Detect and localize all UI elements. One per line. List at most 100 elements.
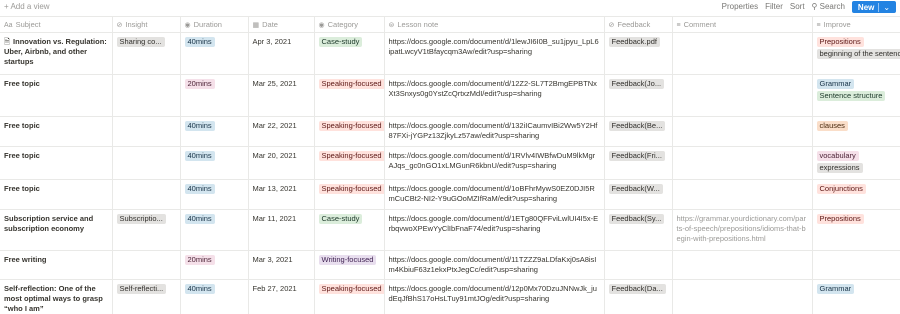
improve-cell[interactable]: Grammar Sentence structure (812, 74, 900, 117)
insight-cell[interactable] (112, 250, 181, 280)
table-row[interactable]: Free writing 20mins Mar 3, 2021 Writing-foc… (0, 250, 900, 280)
insight-chip[interactable]: Sharing co... (116, 37, 165, 47)
insight-cell[interactable] (112, 116, 181, 147)
insight-chip[interactable]: Subscriptio... (116, 214, 166, 224)
subject-cell[interactable]: 🗎 Innovation vs. Regulation: Uber, Airbnb… (0, 32, 113, 75)
improve-cell[interactable]: vocabulary expressions (812, 146, 900, 180)
lesson-note-link[interactable]: https://docs.google.com/document/d/12Z2-… (389, 79, 597, 98)
feedback-cell[interactable]: Feedback(Fri... (604, 146, 673, 180)
category-cell[interactable]: Speaking-focused (314, 116, 385, 147)
table-row[interactable]: 🗎 Innovation vs. Regulation: Uber, Airbnb… (0, 32, 900, 75)
feedback-cell[interactable]: Feedback(Da... (604, 279, 673, 314)
feedback-file-chip[interactable]: Feedback(Da... (608, 284, 666, 294)
column-header-subject[interactable]: Aa Subject (0, 16, 113, 33)
lesson-note-cell[interactable]: https://docs.google.com/document/d/12p0M… (384, 279, 605, 314)
comment-cell[interactable] (672, 146, 813, 180)
improve-cell[interactable] (812, 250, 900, 280)
comment-cell[interactable] (672, 279, 813, 314)
improve-cell[interactable]: Prepositions (812, 209, 900, 251)
comment-cell[interactable] (672, 179, 813, 210)
subject-cell[interactable]: Free writing (0, 250, 113, 280)
subject-cell[interactable]: Free topic (0, 116, 113, 147)
column-header-insight[interactable]: ⊘ Insight (112, 16, 181, 33)
add-view-button[interactable]: + Add a view (4, 2, 50, 11)
duration-cell[interactable]: 20mins (180, 74, 249, 117)
insight-cell[interactable] (112, 146, 181, 180)
lesson-note-cell[interactable]: https://docs.google.com/document/d/1RVlv… (384, 146, 605, 180)
subject-cell[interactable]: Subscription service and subscription ec… (0, 209, 113, 251)
feedback-file-chip[interactable]: Feedback(Sy... (608, 214, 665, 224)
improve-cell[interactable]: clauses (812, 116, 900, 147)
feedback-cell[interactable]: Feedback(W... (604, 179, 673, 210)
feedback-cell[interactable]: Feedback(Jo... (604, 74, 673, 117)
table-row[interactable]: Self-reflection: One of the most optimal… (0, 279, 900, 314)
date-cell[interactable]: Mar 22, 2021 (248, 116, 315, 147)
column-header-lesson-note[interactable]: ⊜ Lesson note (384, 16, 605, 33)
date-cell[interactable]: Feb 27, 2021 (248, 279, 315, 314)
filter-button[interactable]: Filter (765, 2, 783, 11)
column-header-feedback[interactable]: ⊘ Feedback (604, 16, 673, 33)
chevron-down-icon[interactable]: ⌄ (878, 2, 890, 12)
duration-cell[interactable]: 40mins (180, 116, 249, 147)
category-cell[interactable]: Writing-focused (314, 250, 385, 280)
duration-cell[interactable]: 40mins (180, 32, 249, 75)
comment-cell[interactable] (672, 74, 813, 117)
duration-cell[interactable]: 20mins (180, 250, 249, 280)
lesson-note-cell[interactable]: https://docs.google.com/document/d/1lewJ… (384, 32, 605, 75)
category-cell[interactable]: Case-study (314, 209, 385, 251)
duration-cell[interactable]: 40mins (180, 146, 249, 180)
column-header-comment[interactable]: ≡ Comment (672, 16, 813, 33)
lesson-note-link[interactable]: https://docs.google.com/document/d/1oBFh… (389, 184, 595, 203)
table-row[interactable]: Free topic 40mins Mar 22, 2021 Speaking-foc… (0, 116, 900, 147)
subject-cell[interactable]: Free topic (0, 146, 113, 180)
duration-cell[interactable]: 40mins (180, 279, 249, 314)
lesson-note-link[interactable]: https://docs.google.com/document/d/12p0M… (389, 284, 597, 303)
date-cell[interactable]: Mar 20, 2021 (248, 146, 315, 180)
feedback-file-chip[interactable]: Feedback(Be... (608, 121, 666, 131)
comment-cell[interactable] (672, 32, 813, 75)
insight-chip[interactable]: Self-reflecti... (116, 284, 167, 294)
column-header-improve[interactable]: ≡ Improve (812, 16, 900, 33)
feedback-cell[interactable]: Feedback(Be... (604, 116, 673, 147)
lesson-note-cell[interactable]: https://docs.google.com/document/d/12Z2-… (384, 74, 605, 117)
date-cell[interactable]: Mar 25, 2021 (248, 74, 315, 117)
lesson-note-cell[interactable]: https://docs.google.com/document/d/132iI… (384, 116, 605, 147)
table-row[interactable]: Subscription service and subscription ec… (0, 209, 900, 251)
date-cell[interactable]: Mar 3, 2021 (248, 250, 315, 280)
table-row[interactable]: Free topic 40mins Mar 13, 2021 Speaking-foc… (0, 179, 900, 210)
feedback-file-chip[interactable]: Feedback(Fri... (608, 151, 665, 161)
lesson-note-link[interactable]: https://docs.google.com/document/d/132iI… (389, 121, 598, 140)
lesson-note-link[interactable]: https://docs.google.com/document/d/1RVlv… (389, 151, 596, 170)
column-header-date[interactable]: ▦ Date (248, 16, 315, 33)
lesson-note-link[interactable]: https://docs.google.com/document/d/1lewJ… (389, 37, 599, 56)
feedback-cell[interactable] (604, 250, 673, 280)
date-cell[interactable]: Mar 11, 2021 (248, 209, 315, 251)
insight-cell[interactable] (112, 179, 181, 210)
category-cell[interactable]: Case-study (314, 32, 385, 75)
feedback-file-chip[interactable]: Feedback(Jo... (608, 79, 665, 89)
category-cell[interactable]: Speaking-focused (314, 146, 385, 180)
lesson-note-link[interactable]: https://docs.google.com/document/d/11TZZ… (389, 255, 597, 274)
lesson-note-link[interactable]: https://docs.google.com/document/d/1ETg8… (389, 214, 599, 233)
improve-cell[interactable]: Grammar (812, 279, 900, 314)
subject-cell[interactable]: Free topic (0, 179, 113, 210)
feedback-cell[interactable]: Feedback.pdf (604, 32, 673, 75)
date-cell[interactable]: Apr 3, 2021 (248, 32, 315, 75)
insight-cell[interactable] (112, 74, 181, 117)
subject-cell[interactable]: Self-reflection: One of the most optimal… (0, 279, 113, 314)
insight-cell[interactable]: Subscriptio... (112, 209, 181, 251)
improve-cell[interactable]: Prepositions beginning of the sentence (812, 32, 900, 75)
table-row[interactable]: Free topic 40mins Mar 20, 2021 Speaking-foc… (0, 146, 900, 180)
column-header-category[interactable]: ◉ Category (314, 16, 385, 33)
duration-cell[interactable]: 40mins (180, 209, 249, 251)
date-cell[interactable]: Mar 13, 2021 (248, 179, 315, 210)
new-button[interactable]: New ⌄ (852, 1, 896, 13)
feedback-file-chip[interactable]: Feedback.pdf (608, 37, 660, 47)
comment-cell[interactable] (672, 116, 813, 147)
category-cell[interactable]: Speaking-focused (314, 74, 385, 117)
comment-cell[interactable]: https://grammar.yourdictionary.com/parts… (672, 209, 813, 251)
feedback-cell[interactable]: Feedback(Sy... (604, 209, 673, 251)
category-cell[interactable]: Speaking-focused (314, 279, 385, 314)
insight-cell[interactable]: Sharing co... (112, 32, 181, 75)
insight-cell[interactable]: Self-reflecti... (112, 279, 181, 314)
